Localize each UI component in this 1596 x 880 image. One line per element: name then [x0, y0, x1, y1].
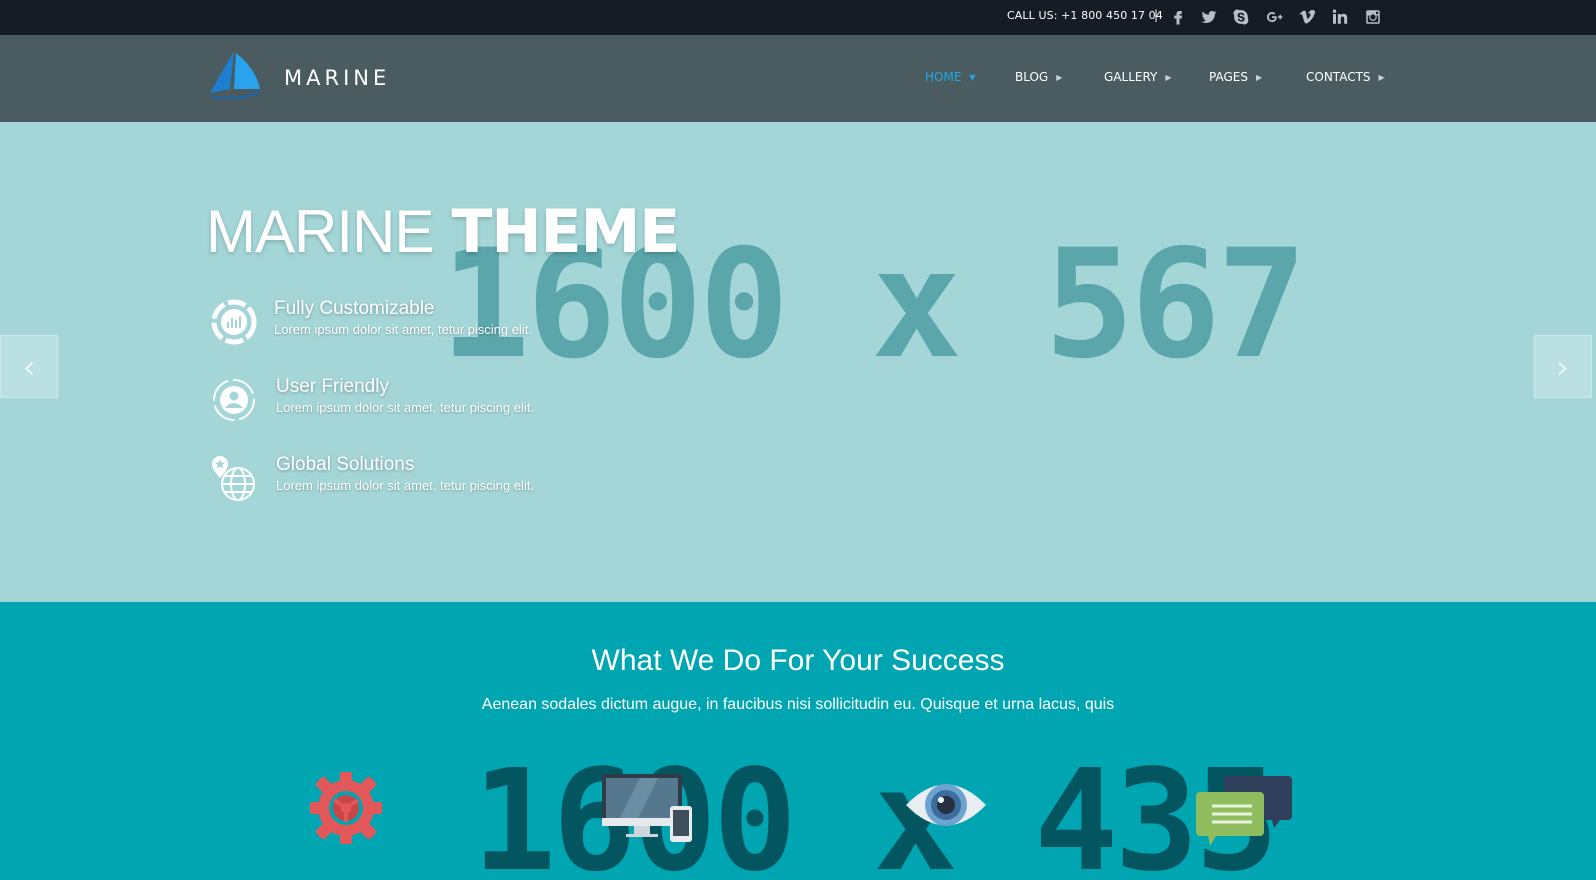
chevron-right-icon: › — [1556, 347, 1570, 386]
feature-title: Fully Customizable — [274, 298, 435, 319]
nav-gallery-label: GALLERY — [1104, 70, 1158, 84]
chevron-down-icon: ▼ — [969, 72, 976, 82]
chevron-right-icon: ▶ — [1056, 72, 1063, 82]
services-section: 1600 x 435 What We Do For Your Success A… — [0, 602, 1596, 880]
feature-item: User Friendly Lorem ipsum dolor sit amet… — [210, 376, 534, 424]
slider-next-button[interactable]: › — [1534, 335, 1592, 398]
user-cycle-icon — [213, 379, 255, 421]
nav-contacts[interactable]: CONTACTS ▶ — [1306, 70, 1385, 84]
services-image-placeholder: 1600 x 435 — [472, 740, 1279, 880]
nav-pages-label: PAGES — [1209, 70, 1248, 84]
feature-description: Lorem ipsum dolor sit amet, tetur piscin… — [276, 400, 534, 415]
feature-item: Fully Customizable Lorem ipsum dolor sit… — [210, 298, 532, 346]
hero-title-light: MARINE — [206, 198, 434, 265]
twitter-icon[interactable] — [1198, 6, 1220, 28]
nav-pages[interactable]: PAGES ▶ — [1209, 70, 1262, 84]
facebook-icon[interactable] — [1167, 6, 1189, 28]
instagram-icon[interactable] — [1362, 6, 1384, 28]
logo-text[interactable]: MARINE — [284, 66, 390, 90]
nav-gallery[interactable]: GALLERY ▶ — [1104, 70, 1172, 84]
gear-icon[interactable] — [308, 770, 384, 846]
services-subtitle: Aenean sodales dictum augue, in faucibus… — [481, 696, 1115, 713]
feature-title: User Friendly — [276, 376, 389, 397]
feature-description: Lorem ipsum dolor sit amet, tetur piscin… — [274, 322, 532, 337]
hero-slider: 1600 x 567 MARINE THEME Fully Customizab… — [0, 122, 1596, 602]
main-header: MARINE HOME ▼ BLOG ▶ GALLERY ▶ PAGES ▶ C… — [0, 35, 1596, 122]
google-plus-icon[interactable] — [1264, 6, 1286, 28]
skype-icon[interactable] — [1230, 6, 1252, 28]
chart-ring-icon — [211, 299, 257, 345]
chevron-right-icon: ▶ — [1165, 72, 1172, 82]
vimeo-icon[interactable] — [1296, 6, 1318, 28]
eye-icon[interactable] — [904, 772, 988, 838]
top-bar-separator: | — [1154, 8, 1159, 22]
linkedin-icon[interactable] — [1328, 6, 1350, 28]
chevron-left-icon: ‹ — [22, 347, 36, 386]
chevron-right-icon: ▶ — [1378, 72, 1385, 82]
feature-title: Global Solutions — [276, 454, 415, 475]
nav-contacts-label: CONTACTS — [1306, 70, 1371, 84]
chat-bubbles-icon[interactable] — [1196, 774, 1294, 852]
hero-title: MARINE THEME — [206, 202, 680, 263]
nav-blog-label: BLOG — [1015, 70, 1049, 84]
feature-item: Global Solutions Lorem ipsum dolor sit a… — [210, 454, 534, 502]
nav-blog[interactable]: BLOG ▶ — [1015, 70, 1062, 84]
devices-icon[interactable] — [600, 772, 696, 846]
services-title: What We Do For Your Success — [591, 644, 1005, 677]
chevron-right-icon: ▶ — [1255, 72, 1263, 82]
slider-prev-button[interactable]: ‹ — [0, 335, 58, 398]
hero-title-bold: THEME — [451, 197, 680, 267]
nav-home[interactable]: HOME ▼ — [925, 70, 976, 84]
top-bar: CALL US: +1 800 450 17 04 | — [0, 0, 1596, 35]
feature-description: Lorem ipsum dolor sit amet, tetur piscin… — [276, 478, 534, 493]
nav-home-label: HOME — [925, 70, 962, 84]
sailboat-logo-icon[interactable] — [208, 49, 266, 99]
phone-number: CALL US: +1 800 450 17 04 — [1007, 9, 1163, 22]
globe-pin-icon — [212, 456, 255, 501]
